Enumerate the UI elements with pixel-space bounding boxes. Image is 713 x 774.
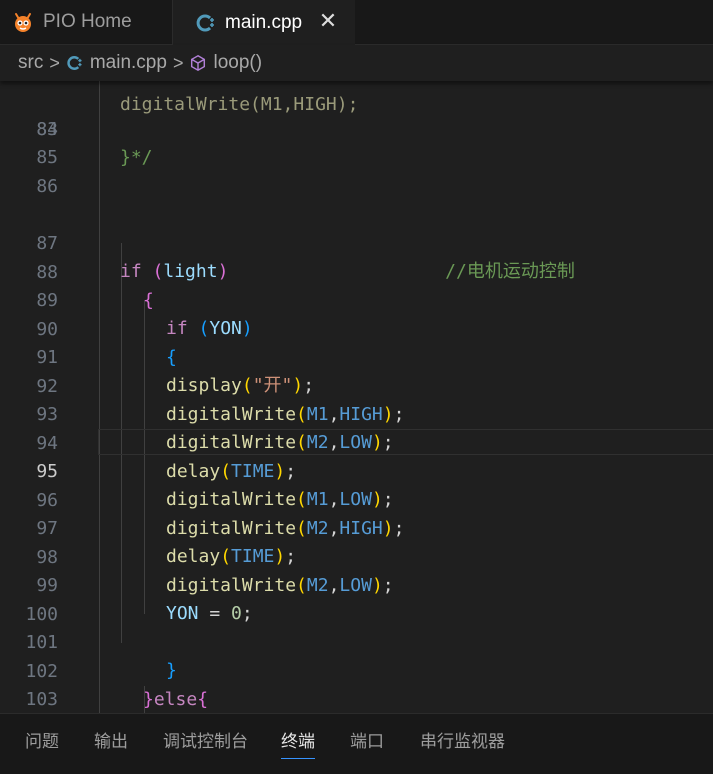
breadcrumb-item-src[interactable]: src [18, 52, 43, 74]
cpp-file-icon [67, 56, 82, 70]
code-line: 84 [36, 119, 58, 140]
panel-tab-problems[interactable]: 问题 [25, 730, 59, 758]
code-line: 94 delay(TIME); [36, 432, 297, 483]
code-line: 90 { [36, 318, 177, 369]
panel-tab-serial-monitor[interactable]: 串行监视器 [420, 730, 505, 758]
code-editor[interactable]: digitalWrite(M1,HIGH); 83 }*/ 84 85 86 8… [0, 81, 713, 713]
cpp-file-icon [196, 14, 214, 31]
bottom-panel: 问题 输出 调试控制台 终端 端口 串行监视器 [0, 713, 713, 774]
code-line: 83 }*/ [36, 118, 153, 169]
panel-tab-terminal[interactable]: 终端 [281, 730, 315, 759]
code-line: 93 digitalWrite(M2,LOW); [36, 403, 394, 454]
panel-tab-debug-console[interactable]: 调试控制台 [163, 730, 248, 758]
code-line: 85 [36, 147, 58, 168]
code-line: 87 if (light) //电机运动控制 [36, 232, 575, 283]
code-line: 104 { [0, 686, 713, 713]
code-line: 96 digitalWrite(M2,HIGH); [36, 489, 405, 540]
breadcrumb-item-symbol[interactable]: loop() [213, 52, 262, 74]
code-line: 88 { [36, 261, 154, 312]
tab-label: PIO Home [43, 11, 132, 32]
code-line: 102 }else{ [25, 660, 209, 711]
panel-tab-output[interactable]: 输出 [94, 730, 128, 758]
code-line: 86 [36, 176, 58, 197]
code-line: 103 if (YON) [25, 688, 58, 710]
tab-pio-home[interactable]: PIO Home [0, 0, 173, 44]
tab-main-cpp[interactable]: main.cpp ✕ [173, 0, 355, 45]
code-line: 99 YON = 0; [36, 574, 253, 625]
chevron-right-icon: > [172, 52, 184, 73]
code-line: 98 digitalWrite(M2,LOW); [36, 546, 394, 597]
code-line: 91 display("开"); [36, 346, 315, 397]
breadcrumb: src > main.cpp > loop() [0, 45, 713, 81]
code-line: 89 if (YON) [36, 289, 253, 340]
method-cube-icon [191, 54, 206, 72]
code-line-current: 95 digitalWrite(M1,LOW); [36, 460, 394, 511]
code-line: 100 [25, 603, 58, 625]
panel-tab-ports[interactable]: 端口 [350, 730, 384, 758]
code-line: 101 } [25, 631, 177, 682]
code-line: 97 delay(TIME); [36, 517, 297, 568]
tab-label: main.cpp [225, 11, 303, 33]
code-line: 92 digitalWrite(M1,HIGH); [36, 375, 405, 426]
breadcrumb-item-file[interactable]: main.cpp [90, 52, 167, 74]
platformio-alien-icon [15, 13, 31, 32]
chevron-right-icon: > [49, 52, 60, 73]
close-icon[interactable]: ✕ [315, 8, 341, 34]
editor-tab-bar: PIO Home main.cpp ✕ [0, 0, 713, 45]
